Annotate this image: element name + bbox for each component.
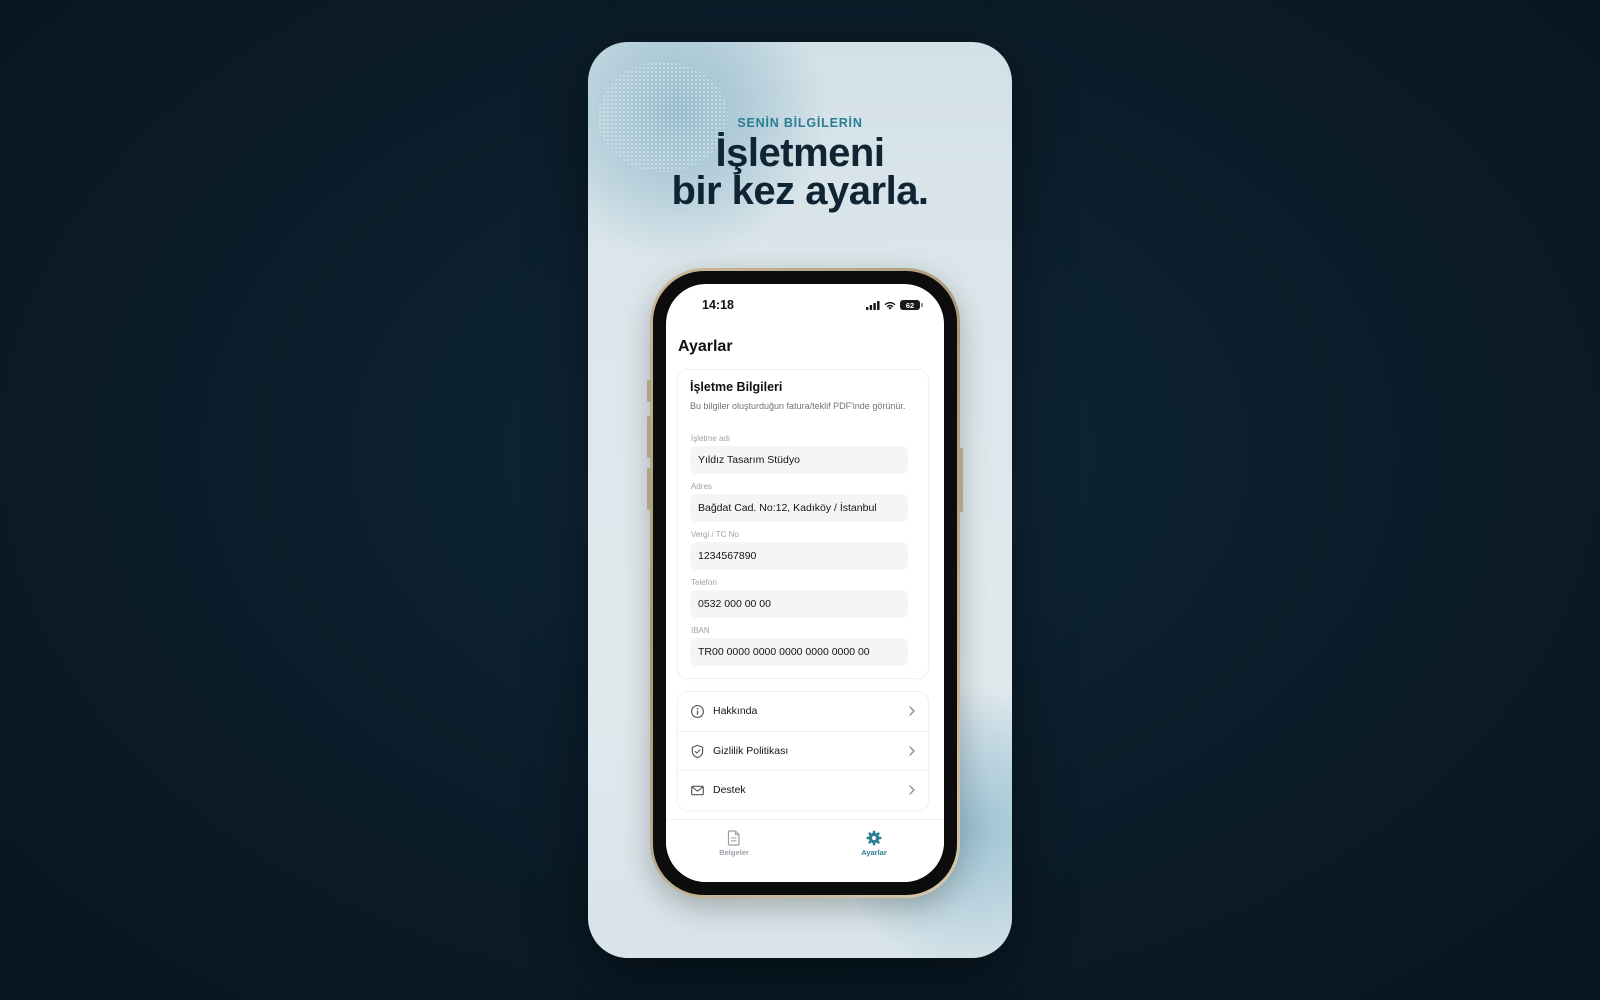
iban-label: IBAN	[691, 626, 710, 635]
headline: İşletmeni bir kez ayarla.	[588, 131, 1012, 213]
menu-item-label: Gizlilik Politikası	[713, 745, 789, 757]
address-label: Adres	[691, 482, 712, 491]
page-title: Ayarlar	[678, 338, 733, 355]
wifi-icon	[884, 301, 896, 310]
phone-label: Telefon	[691, 578, 717, 587]
chevron-right-icon	[909, 706, 915, 716]
gear-icon	[866, 830, 882, 846]
iban-field[interactable]: TR00 0000 0000 0000 0000 0000 00	[690, 638, 908, 666]
promo-card: SENİN BİLGİLERİN İşletmeni bir kez ayarl…	[588, 42, 1012, 958]
eyebrow-text: SENİN BİLGİLERİN	[737, 116, 863, 130]
menu-item-label: Hakkında	[713, 705, 758, 717]
address-field[interactable]: Bağdat Cad. No:12, Kadıköy / İstanbul	[690, 494, 908, 522]
tab-documents[interactable]: Belgeler	[694, 830, 774, 857]
mail-icon	[691, 785, 704, 796]
tax-id-field[interactable]: 1234567890	[690, 542, 908, 570]
business-info-card: İşletme Bilgileri Bu bilgiler oluşturduğ…	[678, 370, 928, 678]
cellular-signal-icon	[866, 300, 880, 310]
info-icon	[691, 705, 704, 718]
phone-screen: 14:18 62 Ayarlar İşletme Bilgileri Bu bi…	[666, 284, 944, 882]
phone-bezel: 14:18 62 Ayarlar İşletme Bilgileri Bu bi…	[653, 271, 957, 895]
menu-item-support[interactable]: Destek	[678, 770, 928, 810]
headline-line: bir kez ayarla.	[671, 169, 929, 213]
chevron-right-icon	[909, 785, 915, 795]
tax-id-label: Vergi / TC No	[691, 530, 739, 539]
menu-item-about[interactable]: Hakkında	[678, 692, 928, 731]
settings-menu: Hakkında Gizlilik Politikası Destek	[678, 692, 928, 810]
tab-settings[interactable]: Ayarlar	[834, 830, 914, 857]
chevron-right-icon	[909, 746, 915, 756]
section-title: İşletme Bilgileri	[690, 380, 783, 394]
phone-side-button	[647, 380, 651, 402]
phone-side-button	[647, 468, 651, 510]
menu-item-privacy[interactable]: Gizlilik Politikası	[678, 731, 928, 771]
phone-field[interactable]: 0532 000 00 00	[690, 590, 908, 618]
battery-indicator: 62	[900, 300, 923, 310]
document-icon	[727, 830, 740, 846]
phone-frame: 14:18 62 Ayarlar İşletme Bilgileri Bu bi…	[647, 268, 963, 898]
shield-icon	[691, 744, 704, 759]
business-name-field[interactable]: Yıldız Tasarım Stüdyo	[690, 446, 908, 474]
status-time: 14:18	[702, 298, 734, 312]
phone-side-button	[647, 416, 651, 458]
tab-bar: Belgeler Ayarlar	[666, 819, 944, 882]
menu-item-label: Destek	[713, 784, 746, 796]
status-icons: 62	[866, 300, 923, 310]
tab-label: Belgeler	[719, 848, 749, 857]
section-description: Bu bilgiler oluşturduğun fatura/teklif P…	[690, 401, 906, 411]
headline-line: İşletmeni	[715, 131, 885, 175]
tab-label: Ayarlar	[861, 848, 887, 857]
phone-side-button	[959, 448, 963, 512]
business-name-label: İşletme adı	[691, 434, 731, 443]
status-bar: 14:18 62	[666, 298, 944, 316]
